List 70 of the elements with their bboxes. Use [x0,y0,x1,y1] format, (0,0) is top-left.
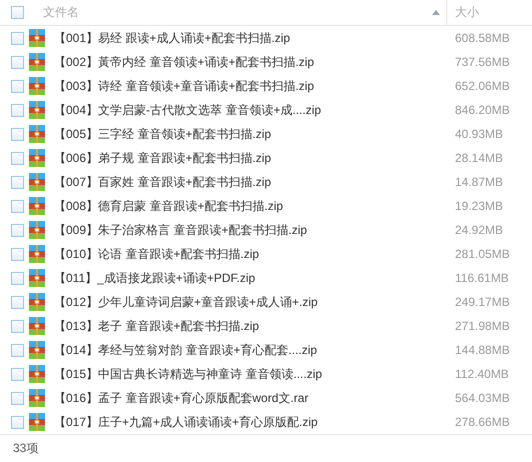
file-size: 28.14MB [455,151,504,165]
archive-icon [29,293,45,311]
file-name[interactable]: 【001】易经 跟读+成人诵读+配套书扫描.zip [54,30,455,46]
row-checkbox[interactable] [11,128,24,140]
file-size: 116.61MB [455,271,510,285]
file-size: 112.40MB [455,367,510,381]
row-checkbox[interactable] [11,272,24,284]
row-checkbox[interactable] [11,32,24,44]
archive-icon [29,197,45,215]
file-size: 281.05MB [455,247,511,261]
file-size: 737.56MB [455,55,511,69]
file-name[interactable]: 【006】弟子规 童音跟读+配套书扫描.zip [54,150,455,166]
archive-icon [29,221,45,239]
file-name[interactable]: 【010】论语 童音跟读+配套书扫描.zip [54,246,455,262]
row-checkbox[interactable] [11,248,24,260]
archive-icon [29,245,45,263]
row-checkbox[interactable] [11,176,24,188]
file-size: 40.93MB [455,127,504,141]
file-size: 652.06MB [455,79,511,93]
row-checkbox[interactable] [11,80,24,92]
file-size: 19.23MB [455,199,504,213]
row-checkbox[interactable] [11,392,24,404]
archive-icon [29,149,45,167]
archive-icon [29,365,45,383]
file-name[interactable]: 【011】_成语接龙跟读+诵读+PDF.zip [54,270,455,286]
file-size: 278.66MB [455,415,511,429]
archive-icon [29,317,45,335]
archive-icon [29,53,45,71]
row-checkbox[interactable] [11,104,24,116]
file-name[interactable]: 【008】德育启蒙 童音跟读+配套书扫描.zip [54,198,455,214]
archive-icon [29,389,45,407]
file-name[interactable]: 【012】少年儿童诗词启蒙+童音跟读+成人诵+.zip [54,294,455,310]
file-name[interactable]: 【009】朱子治家格言 童音跟读+配套书扫描.zip [54,222,455,238]
row-checkbox[interactable] [11,368,24,380]
row-checkbox[interactable] [11,416,24,428]
file-name[interactable]: 【002】黃帝内经 童音领读+诵读+配套书扫描.zip [54,54,455,70]
archive-icon [29,29,45,47]
file-name[interactable]: 【007】百家姓 童音跟读+配套书扫描.zip [54,174,455,190]
file-name[interactable]: 【004】文学启蒙-古代散文选萃 童音领读+成....zip [54,102,455,118]
file-size: 14.87MB [455,175,504,189]
file-name[interactable]: 【016】孟子 童音跟读+育心原版配套word文.rar [54,390,455,406]
archive-icon [29,173,45,191]
file-name[interactable]: 【005】三字经 童音领读+配套书扫描.zip [54,126,455,142]
file-size: 24.92MB [455,223,504,237]
file-size: 271.98MB [455,319,511,333]
file-size: 564.03MB [455,391,511,405]
file-size: 846.20MB [455,103,511,117]
archive-icon [29,413,45,431]
file-name[interactable]: 【014】孝经与笠翁对韵 童音跟读+育心配套....zip [54,342,455,358]
file-size: 608.58MB [455,31,511,45]
archive-icon [29,101,45,119]
item-count: 33项 [13,440,38,457]
row-checkbox[interactable] [11,224,24,236]
row-checkbox[interactable] [11,152,24,164]
row-checkbox[interactable] [11,344,24,356]
archive-icon [29,269,45,287]
file-name[interactable]: 【003】诗经 童音领读+童音诵读+配套书扫描.zip [54,78,455,94]
row-checkbox[interactable] [11,200,24,212]
archive-icon [29,341,45,359]
archive-icon [29,77,45,95]
file-name[interactable]: 【017】庄子+九篇+成人诵读诵读+育心原版配.zip [54,414,455,430]
row-checkbox[interactable] [11,296,24,308]
row-checkbox[interactable] [11,56,24,68]
file-size: 249.17MB [455,295,511,309]
file-name[interactable]: 【013】老子 童音跟读+配套书扫描.zip [54,318,455,334]
select-all-checkbox[interactable] [11,6,24,19]
row-checkbox[interactable] [11,320,24,332]
file-name[interactable]: 【015】中国古典长诗精选与神童诗 童音领读....zip [54,366,455,382]
archive-icon [29,125,45,143]
file-size: 144.88MB [455,343,511,357]
